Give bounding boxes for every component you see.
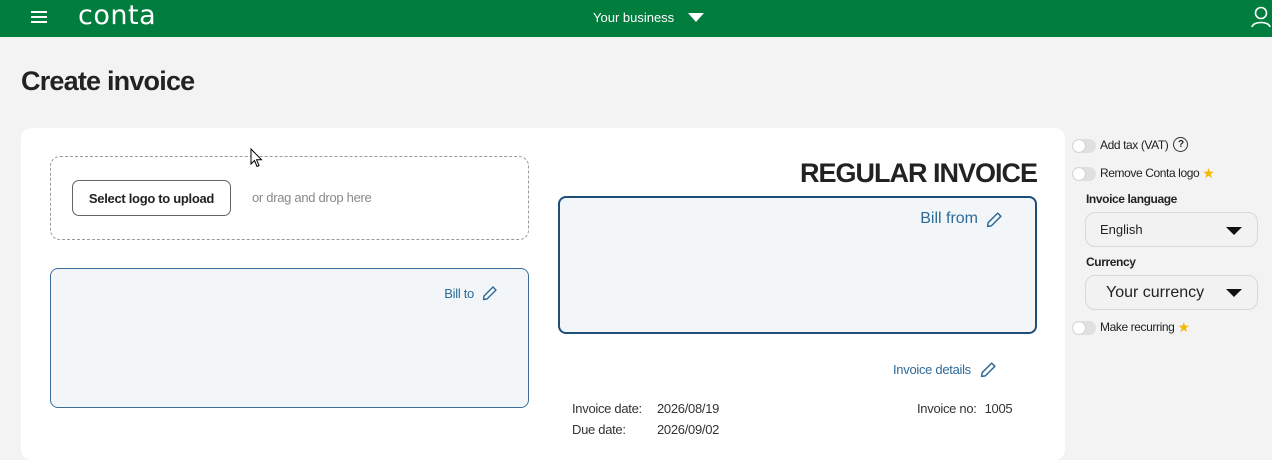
invoice-details-link[interactable]: Invoice details: [893, 361, 997, 378]
star-icon: ★: [1177, 319, 1190, 335]
bill-from-label: Bill from: [920, 210, 978, 227]
due-date-row: Due date: 2026/09/02: [572, 422, 719, 437]
mouse-cursor-icon: [250, 148, 263, 168]
bill-from-box[interactable]: Bill from: [558, 196, 1037, 334]
remove-logo-toggle[interactable]: [1072, 167, 1096, 181]
question-circle-icon[interactable]: ?: [1173, 137, 1189, 152]
drag-drop-hint: or drag and drop here: [252, 190, 372, 205]
pencil-icon: [986, 211, 1002, 227]
bill-from-link[interactable]: Bill from: [920, 210, 1003, 228]
add-tax-option: Add tax (VAT) ?: [1100, 137, 1189, 152]
currency-select[interactable]: Your currency: [1085, 275, 1258, 310]
pencil-icon: [980, 362, 996, 378]
remove-logo-option: Remove Conta logo ★: [1100, 165, 1215, 181]
caret-down-icon: [1226, 227, 1242, 235]
make-recurring-label: Make recurring: [1100, 320, 1175, 334]
add-tax-label: Add tax (VAT): [1100, 137, 1169, 152]
caret-down-icon: [688, 12, 705, 22]
add-tax-toggle[interactable]: [1072, 139, 1096, 153]
invoice-date-value: 2026/08/19: [657, 401, 720, 416]
invoice-type-heading: REGULAR INVOICE: [799, 158, 1038, 188]
caret-down-icon: [1226, 289, 1242, 297]
invoice-date-label: Invoice date:: [572, 401, 642, 416]
user-icon[interactable]: [1251, 6, 1271, 28]
bill-to-link[interactable]: Bill to: [444, 285, 498, 301]
invoice-number-label: Invoice no:: [917, 401, 977, 416]
currency-value: Your currency: [1106, 283, 1205, 301]
remove-logo-label: Remove Conta logo: [1100, 166, 1200, 180]
hamburger-menu-icon[interactable]: [31, 10, 47, 24]
invoice-language-select[interactable]: English: [1085, 212, 1258, 247]
invoice-language-label: Invoice language: [1086, 192, 1177, 206]
select-logo-button[interactable]: Select logo to upload: [72, 180, 231, 216]
brand-logo[interactable]: conta: [78, 0, 156, 32]
currency-label: Currency: [1086, 255, 1136, 269]
star-icon: ★: [1202, 165, 1215, 181]
business-switcher[interactable]: Your business: [593, 8, 705, 26]
due-date-label: Due date:: [572, 422, 626, 437]
top-bar: conta Your business: [0, 0, 1272, 37]
invoice-number-value: 1005: [984, 401, 1013, 416]
business-switcher-label: Your business: [593, 9, 675, 25]
make-recurring-toggle[interactable]: [1072, 321, 1096, 335]
invoice-details-label: Invoice details: [893, 362, 971, 377]
page-title: Create invoice: [21, 66, 195, 96]
make-recurring-option: Make recurring ★: [1100, 320, 1190, 334]
pencil-icon: [482, 286, 497, 301]
invoice-date-row: Invoice date: 2026/08/19: [572, 401, 719, 416]
bill-to-box[interactable]: Bill to: [50, 268, 529, 408]
invoice-language-value: English: [1100, 222, 1143, 237]
due-date-value: 2026/09/02: [657, 422, 720, 437]
bill-to-label: Bill to: [444, 285, 474, 301]
invoice-number-row: Invoice no: 1005: [917, 401, 1013, 416]
